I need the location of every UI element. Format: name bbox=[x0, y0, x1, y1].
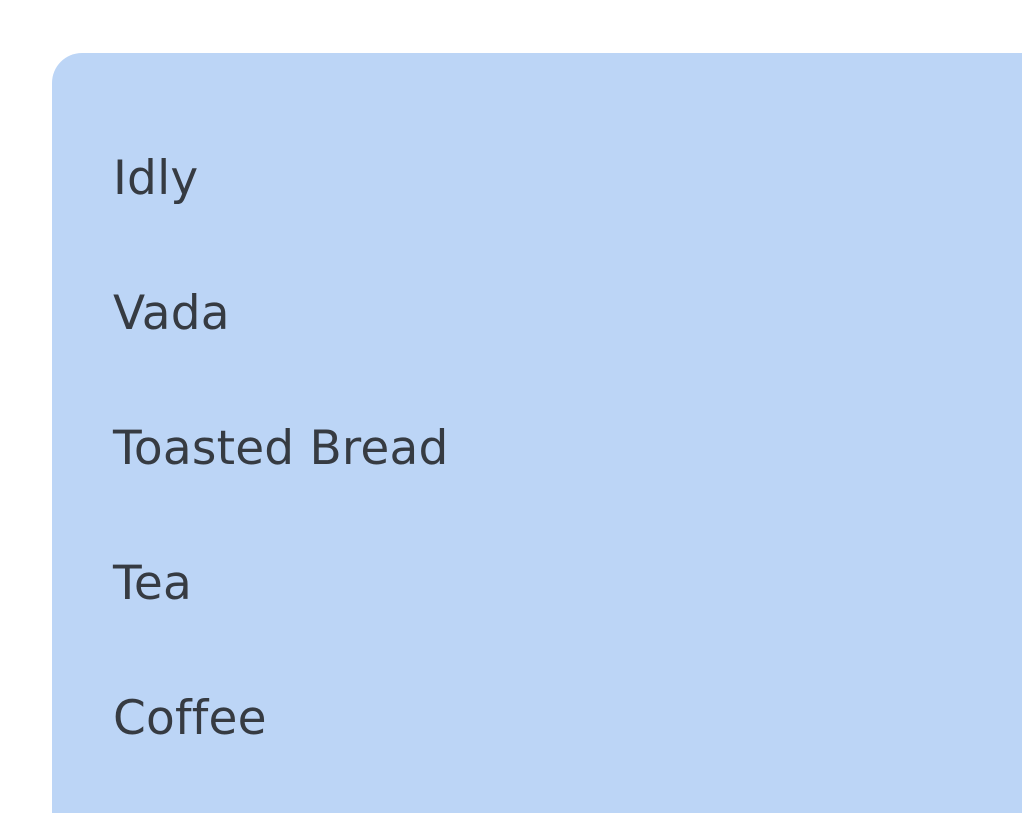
menu-list: Idly Vada Toasted Bread Tea Coffee bbox=[113, 151, 449, 826]
menu-item-vada[interactable]: Vada bbox=[113, 286, 449, 421]
menu-card: Idly Vada Toasted Bread Tea Coffee bbox=[52, 53, 1022, 813]
menu-item-idly[interactable]: Idly bbox=[113, 151, 449, 286]
menu-item-tea[interactable]: Tea bbox=[113, 556, 449, 691]
menu-item-coffee[interactable]: Coffee bbox=[113, 691, 449, 826]
menu-item-toasted-bread[interactable]: Toasted Bread bbox=[113, 421, 449, 556]
